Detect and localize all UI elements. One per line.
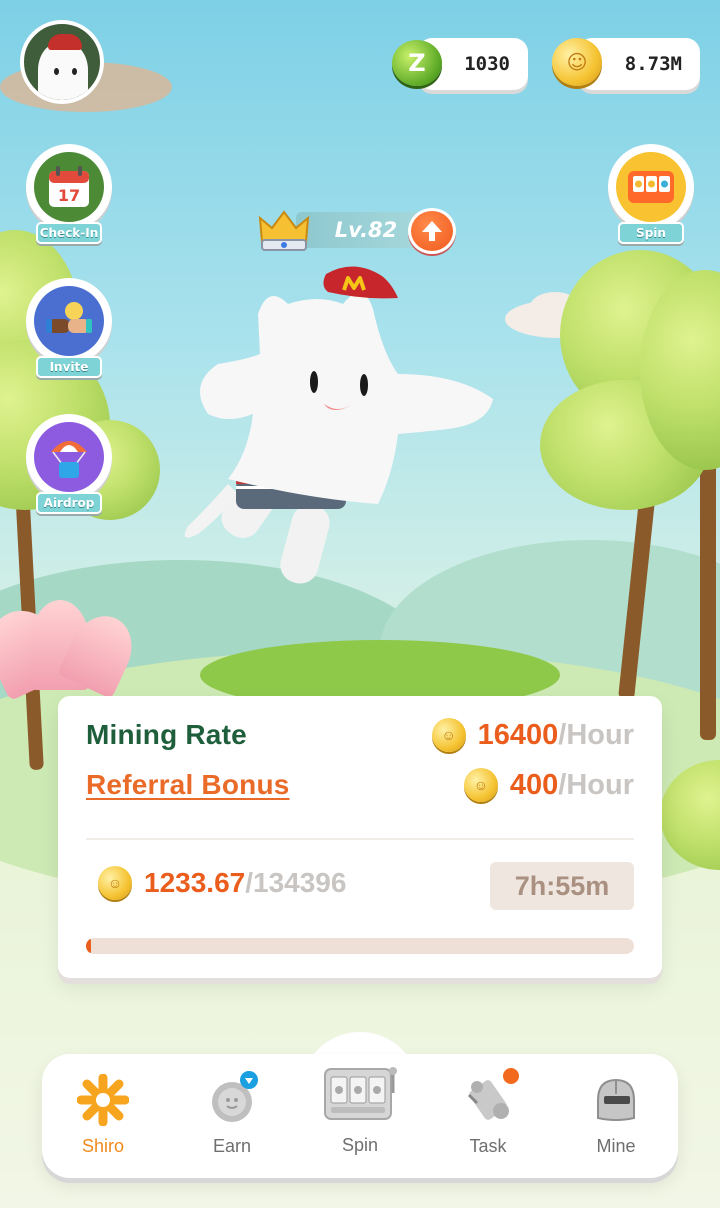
airdrop-button[interactable]: Airdrop (26, 414, 112, 522)
gold-coin-icon: ☺ (463, 768, 498, 802)
profile-area[interactable] (0, 10, 175, 112)
nav-label-mine: Mine (596, 1136, 636, 1156)
referral-bonus-link[interactable]: Referral Bonus (86, 769, 290, 801)
invite-label: Invite (36, 356, 102, 378)
gold-coin-icon: ☺ (552, 38, 602, 86)
nav-item-spin[interactable]: Spin (305, 1060, 415, 1156)
nav-label-spin: Spin (341, 1135, 379, 1155)
avatar-cap (48, 34, 82, 50)
nav-label-earn: Earn (212, 1136, 252, 1156)
parachute-icon (51, 441, 87, 478)
airdrop-label: Airdrop (36, 492, 102, 514)
mining-card: Mining Rate ☺ 16400 /Hour Referral Bonus… (58, 696, 662, 978)
mining-rate-value: ☺ 16400 /Hour (431, 718, 634, 752)
asterisk-star-icon (77, 1074, 129, 1126)
check-in-button[interactable]: 17 Check-In (26, 144, 112, 252)
level-indicator: Lv.82 (256, 208, 460, 254)
arrow-up-icon (422, 221, 442, 241)
slot-machine-icon (628, 171, 674, 203)
slot-machine-icon (324, 1066, 397, 1120)
avatar[interactable] (20, 20, 104, 104)
nav-label-task: Task (469, 1136, 507, 1156)
divider (86, 838, 634, 840)
mining-rate-label: Mining Rate (86, 719, 247, 750)
gold-coin-icon: ☺ (431, 718, 466, 752)
gold-coin-icon: ☺ (98, 866, 132, 900)
avatar-ghost (38, 42, 88, 100)
mining-rate-row: Mining Rate ☺ 16400 /Hour (86, 718, 634, 752)
mining-progress-fill (86, 938, 92, 954)
spin-side-label: Spin (618, 222, 684, 244)
gold-coin-amount: 8.73M (624, 53, 682, 75)
green-coin-amount: 1030 (464, 53, 510, 75)
nav-item-earn[interactable]: Earn (177, 1071, 287, 1168)
handshake-icon (46, 302, 92, 333)
nav-item-task[interactable]: Task (433, 1068, 543, 1168)
helmet-icon (597, 1078, 635, 1121)
mined-balance: ☺ 1233.67 /134396 (98, 866, 346, 900)
tree-trunk (700, 440, 716, 740)
nav-item-mine[interactable]: Mine (561, 1072, 671, 1168)
referral-bonus-value: ☺ 400 /Hour (463, 768, 634, 802)
crown-icon (258, 210, 310, 251)
mascot-character[interactable] (168, 264, 508, 604)
mining-progress-bar (86, 938, 634, 954)
referral-bonus-row: Referral Bonus ☺ 400 /Hour (86, 768, 634, 802)
svg-text:17: 17 (58, 186, 80, 205)
level-upgrade-button[interactable] (408, 208, 456, 254)
invite-button[interactable]: Invite (26, 278, 112, 386)
nav-item-shiro[interactable]: Shiro (48, 1072, 158, 1168)
notification-dot (503, 1068, 519, 1084)
green-coin-icon: Z (392, 40, 442, 86)
nav-label-shiro: Shiro (81, 1136, 125, 1156)
calendar-icon: 17 (49, 166, 89, 207)
spin-side-button[interactable]: Spin (608, 144, 694, 252)
diamond-badge-icon (240, 1071, 258, 1089)
mining-timer: 7h:55m (490, 862, 634, 910)
check-in-label: Check-In (36, 222, 102, 244)
